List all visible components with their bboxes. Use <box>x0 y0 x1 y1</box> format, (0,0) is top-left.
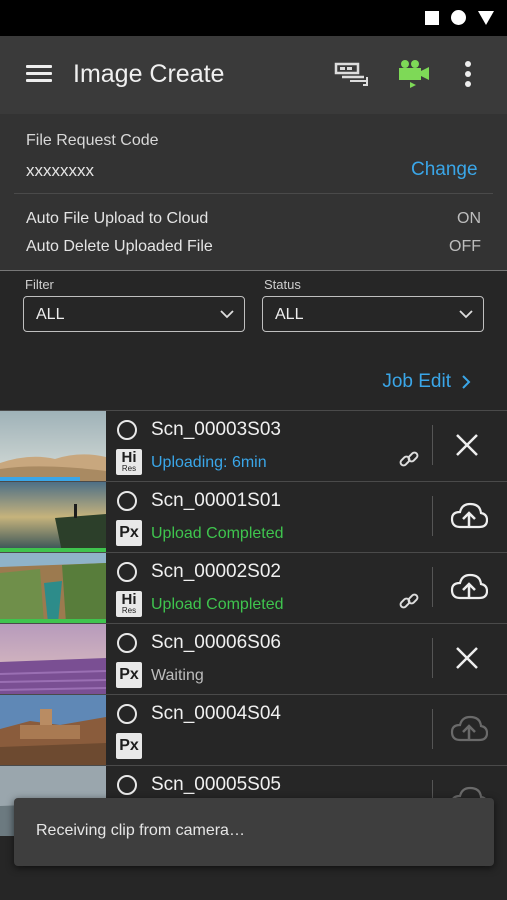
clip-status: Waiting <box>151 667 204 684</box>
divider <box>432 709 433 749</box>
clip-select-radio[interactable] <box>117 633 137 653</box>
hi-res-badge: Hi Res <box>116 591 142 617</box>
divider <box>432 496 433 536</box>
status-filter-label: Status <box>264 277 301 292</box>
circle-status-icon <box>451 10 466 25</box>
status-filter-select-value: ALL <box>275 306 304 323</box>
request-settings-panel: File Request Code xxxxxxxx Change Auto F… <box>0 114 507 270</box>
overflow-icon[interactable] <box>462 60 474 90</box>
clip-row[interactable]: Scn_00004S04 Px <box>0 694 507 765</box>
clip-row[interactable]: Scn_00002S02 Hi Res Upload Completed <box>0 552 507 623</box>
clip-name: Scn_00005S05 <box>151 774 281 795</box>
clip-select-radio[interactable] <box>117 562 137 582</box>
clip-name: Scn_00003S03 <box>151 419 281 440</box>
clip-select-radio[interactable] <box>117 704 137 724</box>
divider <box>432 638 433 678</box>
clip-status: Uploading: 6min <box>151 454 267 471</box>
chevron-down-icon <box>220 310 234 319</box>
cloud-upload-icon[interactable] <box>450 499 488 533</box>
triangle-status-icon <box>478 10 494 25</box>
clip-name: Scn_00002S02 <box>151 561 281 582</box>
clip-select-radio[interactable] <box>117 491 137 511</box>
clip-thumbnail <box>0 482 106 552</box>
auto-delete-label: Auto Delete Uploaded File <box>26 238 213 255</box>
clip-status: Upload Completed <box>151 525 284 542</box>
clip-row[interactable]: Scn_00003S03 Hi Res Uploading: 6min <box>0 410 507 481</box>
clip-row[interactable]: Scn_00001S01 Px Upload Completed <box>0 481 507 552</box>
clip-thumbnail <box>0 624 106 694</box>
clip-thumbnail <box>0 411 106 481</box>
divider <box>14 193 493 194</box>
link-icon <box>399 451 419 467</box>
auto-upload-label: Auto File Upload to Cloud <box>26 210 209 227</box>
status-filter-select[interactable]: ALL <box>262 296 484 332</box>
auto-upload-value[interactable]: ON <box>457 210 481 228</box>
proxy-badge: Px <box>116 520 142 546</box>
square-status-icon <box>425 10 439 25</box>
clip-name: Scn_00001S01 <box>151 490 281 511</box>
camera-icon[interactable] <box>396 58 432 90</box>
change-button[interactable]: Change <box>411 159 478 181</box>
chevron-down-icon <box>459 310 473 319</box>
clip-select-radio[interactable] <box>117 775 137 795</box>
divider <box>0 270 507 271</box>
clip-row[interactable]: Scn_00006S06 Px Waiting <box>0 623 507 694</box>
snackbar-message: Receiving clip from camera… <box>36 822 245 839</box>
proxy-badge: Px <box>116 662 142 688</box>
filter-select[interactable]: ALL <box>23 296 245 332</box>
hi-res-badge: Hi Res <box>116 449 142 475</box>
link-icon <box>399 593 419 609</box>
filter-label: Filter <box>25 277 54 292</box>
menu-icon[interactable] <box>26 63 52 85</box>
auto-delete-value[interactable]: OFF <box>449 238 481 256</box>
system-status-bar <box>0 0 507 36</box>
clip-name: Scn_00006S06 <box>151 632 281 653</box>
clip-status: Upload Completed <box>151 596 284 613</box>
proxy-badge: Px <box>116 733 142 759</box>
job-edit-label: Job Edit <box>382 371 451 392</box>
file-request-code-label: File Request Code <box>26 132 159 149</box>
app-bar: Image Create <box>0 36 507 114</box>
cloud-upload-icon <box>450 715 488 742</box>
cloud-upload-icon[interactable] <box>450 570 488 604</box>
clip-thumbnail <box>0 553 106 623</box>
snackbar: Receiving clip from camera… <box>14 798 494 866</box>
chevron-right-icon <box>462 375 471 389</box>
clip-thumbnail <box>0 695 106 765</box>
divider <box>432 425 433 465</box>
filter-select-value: ALL <box>36 306 65 323</box>
file-request-code-value: xxxxxxxx <box>26 161 94 180</box>
clip-select-radio[interactable] <box>117 420 137 440</box>
app-title: Image Create <box>73 60 225 88</box>
close-icon[interactable] <box>450 428 484 462</box>
close-icon[interactable] <box>450 641 484 675</box>
divider <box>432 567 433 607</box>
usb-streaming-icon[interactable] <box>334 58 370 90</box>
clip-name: Scn_00004S04 <box>151 703 281 724</box>
